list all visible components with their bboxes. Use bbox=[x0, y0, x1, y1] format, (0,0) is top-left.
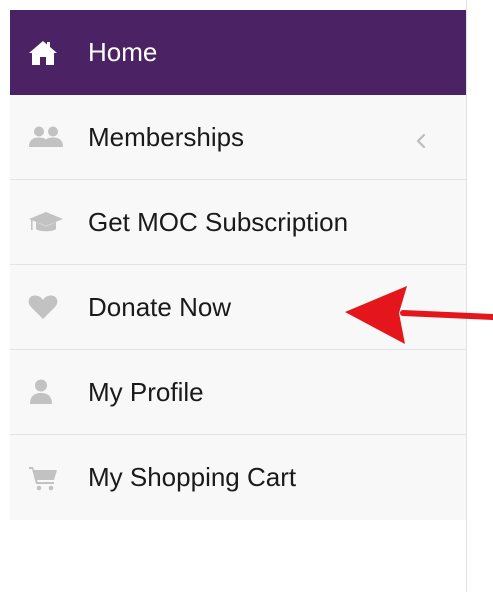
sidebar-item-shopping-cart[interactable]: My Shopping Cart bbox=[10, 435, 466, 520]
graduation-cap-icon bbox=[28, 207, 68, 237]
home-icon bbox=[28, 38, 68, 68]
sidebar-menu: Home Memberships Get MOC Subscription Do… bbox=[10, 10, 466, 520]
sidebar-item-label: Memberships bbox=[88, 121, 245, 152]
heart-icon bbox=[28, 292, 68, 322]
sidebar-item-label: My Profile bbox=[88, 376, 204, 407]
sidebar-item-memberships[interactable]: Memberships bbox=[10, 95, 466, 180]
sidebar-item-my-profile[interactable]: My Profile bbox=[10, 350, 466, 435]
chevron-left-icon[interactable] bbox=[414, 127, 428, 149]
sidebar-item-label: Donate Now bbox=[88, 291, 232, 322]
sidebar-item-label: Home bbox=[88, 37, 158, 67]
sidebar-item-label: Get MOC Subscription bbox=[88, 206, 349, 237]
sidebar-item-home[interactable]: Home bbox=[10, 10, 466, 95]
shopping-cart-icon bbox=[28, 463, 68, 493]
page: Home Memberships Get MOC Subscription Do… bbox=[0, 0, 493, 592]
annotation-arrow-icon bbox=[345, 286, 493, 344]
users-icon bbox=[28, 122, 68, 152]
user-icon bbox=[28, 377, 68, 407]
sidebar-item-moc-subscription[interactable]: Get MOC Subscription bbox=[10, 180, 466, 265]
sidebar-item-label: My Shopping Cart bbox=[88, 462, 297, 492]
